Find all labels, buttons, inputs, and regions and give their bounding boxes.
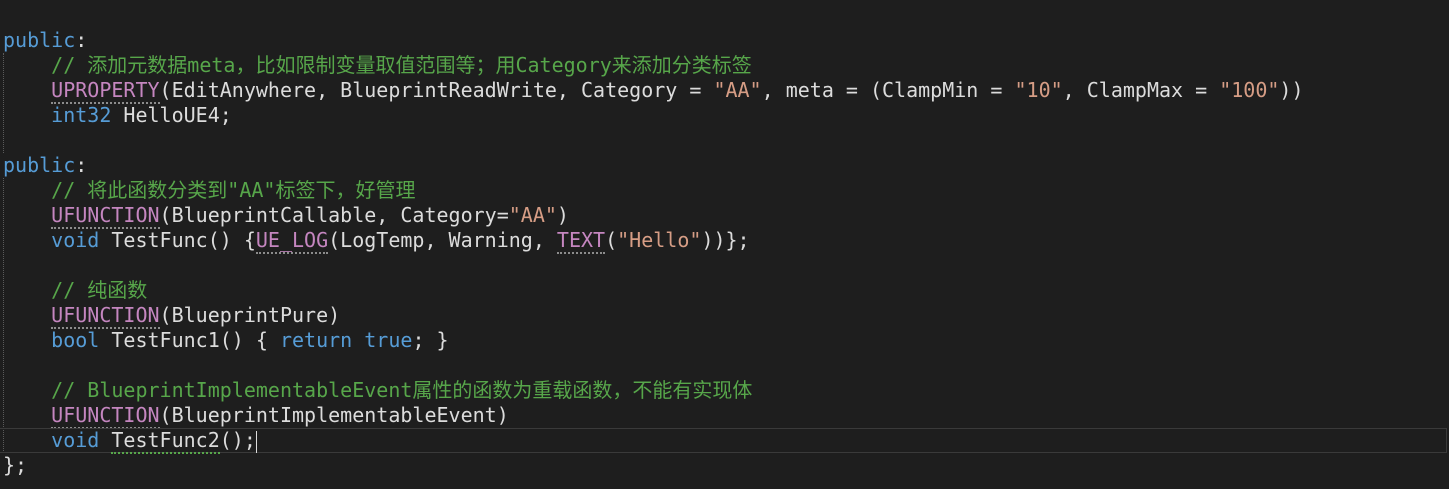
text-caret	[255, 430, 257, 453]
macro-ufunction[interactable]: UFUNCTION	[51, 403, 160, 429]
comment: // 纯函数	[51, 278, 148, 302]
macro-ufunction[interactable]: UFUNCTION	[51, 203, 160, 229]
code-line-12[interactable]: UFUNCTION(BlueprintPure)	[0, 303, 1449, 329]
macro-ufunction[interactable]: UFUNCTION	[51, 303, 160, 329]
function-name-testfunc2[interactable]: TestFunc2	[111, 428, 220, 454]
code-text: , ClampMax =	[1062, 78, 1220, 102]
code-line-16[interactable]: UFUNCTION(BlueprintImplementableEvent)	[0, 403, 1449, 429]
code-line-7[interactable]: // 将此函数分类到"AA"标签下，好管理	[0, 178, 1449, 203]
code-text: TestFunc() {	[99, 228, 256, 252]
code-editor[interactable]: public: // 添加元数据meta，比如限制变量取值范围等；用Catego…	[0, 28, 1449, 478]
code-line-1[interactable]: public:	[0, 28, 1449, 53]
code-line-11[interactable]: // 纯函数	[0, 278, 1449, 303]
code-text: (BlueprintImplementableEvent)	[159, 403, 509, 427]
comment: // 将此函数分类到"AA"标签下，好管理	[51, 178, 416, 202]
keyword: true	[364, 328, 413, 352]
punctuation: :	[75, 153, 88, 177]
keyword: void	[51, 228, 100, 252]
keyword: bool	[51, 328, 100, 352]
code-line-3[interactable]: UPROPERTY(EditAnywhere, BlueprintReadWri…	[0, 78, 1449, 104]
macro-text[interactable]: TEXT	[556, 228, 606, 254]
code-text: HelloUE4;	[111, 103, 232, 127]
code-line-14[interactable]	[0, 353, 1449, 378]
code-line-13[interactable]: bool TestFunc1() { return true; }	[0, 328, 1449, 353]
string-literal: "100"	[1219, 78, 1280, 102]
code-text: (EditAnywhere, BlueprintReadWrite, Categ…	[159, 78, 714, 102]
code-line-4[interactable]: int32 HelloUE4;	[0, 103, 1449, 128]
comment: // BlueprintImplementableEvent属性的函数为重载函数…	[51, 378, 753, 402]
code-text: ; }	[412, 328, 449, 352]
code-line-18[interactable]: };	[0, 453, 1449, 478]
string-literal: "AA"	[508, 203, 557, 227]
code-line-10[interactable]	[0, 253, 1449, 278]
keyword: int32	[51, 103, 112, 127]
code-line-2[interactable]: // 添加元数据meta，比如限制变量取值范围等；用Category来添加分类标…	[0, 53, 1449, 78]
string-literal: "10"	[1014, 78, 1063, 102]
string-literal: "AA"	[713, 78, 762, 102]
code-line-17-current[interactable]: void TestFunc2();	[0, 428, 1447, 454]
code-text: )	[556, 203, 569, 227]
closing-brace: };	[3, 453, 28, 477]
keyword: return	[279, 328, 353, 352]
code-text: TestFunc1() {	[99, 328, 280, 352]
code-text: ))};	[701, 228, 750, 252]
code-line-6[interactable]: public:	[0, 153, 1449, 178]
string-literal: "Hello"	[617, 228, 702, 252]
comment: // 添加元数据meta，比如限制变量取值范围等；用Category来添加分类标…	[51, 53, 752, 77]
code-text: (	[605, 228, 618, 252]
code-line-9[interactable]: void TestFunc() {UE_LOG(LogTemp, Warning…	[0, 228, 1449, 254]
code-text: , meta = (ClampMin =	[761, 78, 1015, 102]
code-text: ))	[1279, 78, 1304, 102]
macro-uproperty[interactable]: UPROPERTY	[51, 78, 160, 104]
code-line-5[interactable]	[0, 128, 1449, 153]
code-line-8[interactable]: UFUNCTION(BlueprintCallable, Category="A…	[0, 203, 1449, 229]
keyword: void	[51, 428, 100, 452]
code-text: ();	[219, 428, 256, 452]
code-line-15[interactable]: // BlueprintImplementableEvent属性的函数为重载函数…	[0, 378, 1449, 403]
code-text: (BlueprintPure)	[159, 303, 341, 327]
punctuation: :	[75, 28, 88, 52]
keyword: public	[3, 28, 76, 52]
code-text: (LogTemp, Warning,	[328, 228, 557, 252]
macro-ue-log[interactable]: UE_LOG	[255, 228, 329, 254]
code-text: (BlueprintCallable, Category=	[159, 203, 509, 227]
keyword: public	[3, 153, 76, 177]
